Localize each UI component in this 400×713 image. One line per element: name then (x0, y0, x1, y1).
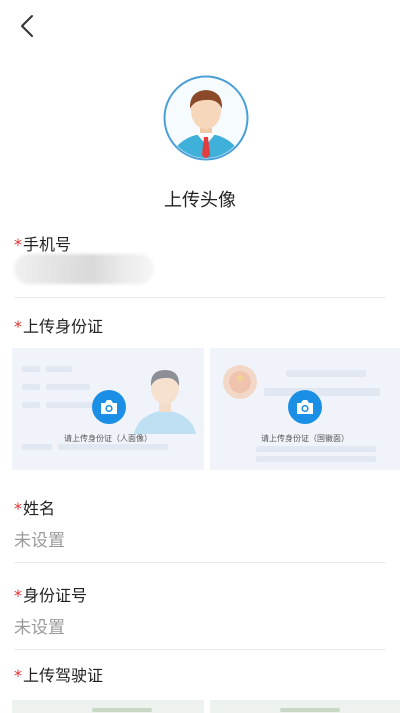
card-decoration (22, 384, 40, 390)
back-button[interactable] (14, 10, 44, 42)
id-card-label: *上传身份证 (14, 313, 103, 337)
avatar-image (163, 75, 249, 161)
card-decoration (46, 366, 72, 372)
card-decoration (256, 446, 376, 452)
phone-value-masked (14, 254, 154, 284)
id-card-label-text: 上传身份证 (23, 317, 104, 336)
divider (14, 562, 386, 563)
card-decoration (280, 708, 340, 712)
divider (14, 649, 386, 650)
id-number-field[interactable]: 未设置 (14, 613, 65, 638)
license-label-text: 上传驾驶证 (23, 666, 104, 685)
card-decoration (22, 444, 52, 450)
card-decoration (286, 370, 366, 377)
id-number-label: *身份证号 (14, 582, 87, 606)
license-back-upload[interactable] (210, 700, 400, 713)
card-decoration (58, 444, 168, 450)
card-decoration (256, 456, 376, 462)
camera-icon (297, 400, 313, 414)
divider (14, 297, 386, 298)
id-number-label-text: 身份证号 (23, 586, 88, 605)
id-card-back-upload[interactable]: 请上传身份证（国徽面） (210, 348, 400, 470)
national-emblem-icon (223, 365, 257, 399)
license-label: *上传驾驶证 (14, 662, 103, 686)
required-mark: * (14, 235, 22, 254)
avatar-upload[interactable] (163, 75, 249, 161)
avatar-title: 上传头像 (164, 190, 236, 211)
back-arrow-icon (21, 15, 33, 37)
id-card-front-caption: 请上传身份证（人面像） (64, 434, 152, 443)
id-card-front-upload[interactable]: 请上传身份证（人面像） (12, 348, 204, 470)
card-decoration (22, 366, 40, 372)
card-decoration (264, 388, 380, 396)
camera-icon (101, 400, 117, 414)
card-decoration (46, 384, 90, 390)
portrait-silhouette-icon (134, 370, 196, 434)
camera-button[interactable] (92, 390, 126, 424)
name-label-text: 姓名 (23, 499, 56, 518)
phone-label: *手机号 (14, 231, 71, 255)
id-card-back-caption: 请上传身份证（国徽面） (261, 434, 349, 443)
required-mark: * (14, 586, 22, 605)
card-decoration (92, 708, 152, 712)
name-label: *姓名 (14, 495, 55, 519)
name-field[interactable]: 未设置 (14, 526, 65, 551)
camera-button[interactable] (288, 390, 322, 424)
phone-label-text: 手机号 (23, 235, 72, 254)
required-mark: * (14, 317, 22, 336)
license-front-upload[interactable] (12, 700, 204, 713)
required-mark: * (14, 666, 22, 685)
required-mark: * (14, 499, 22, 518)
card-decoration (22, 402, 40, 408)
